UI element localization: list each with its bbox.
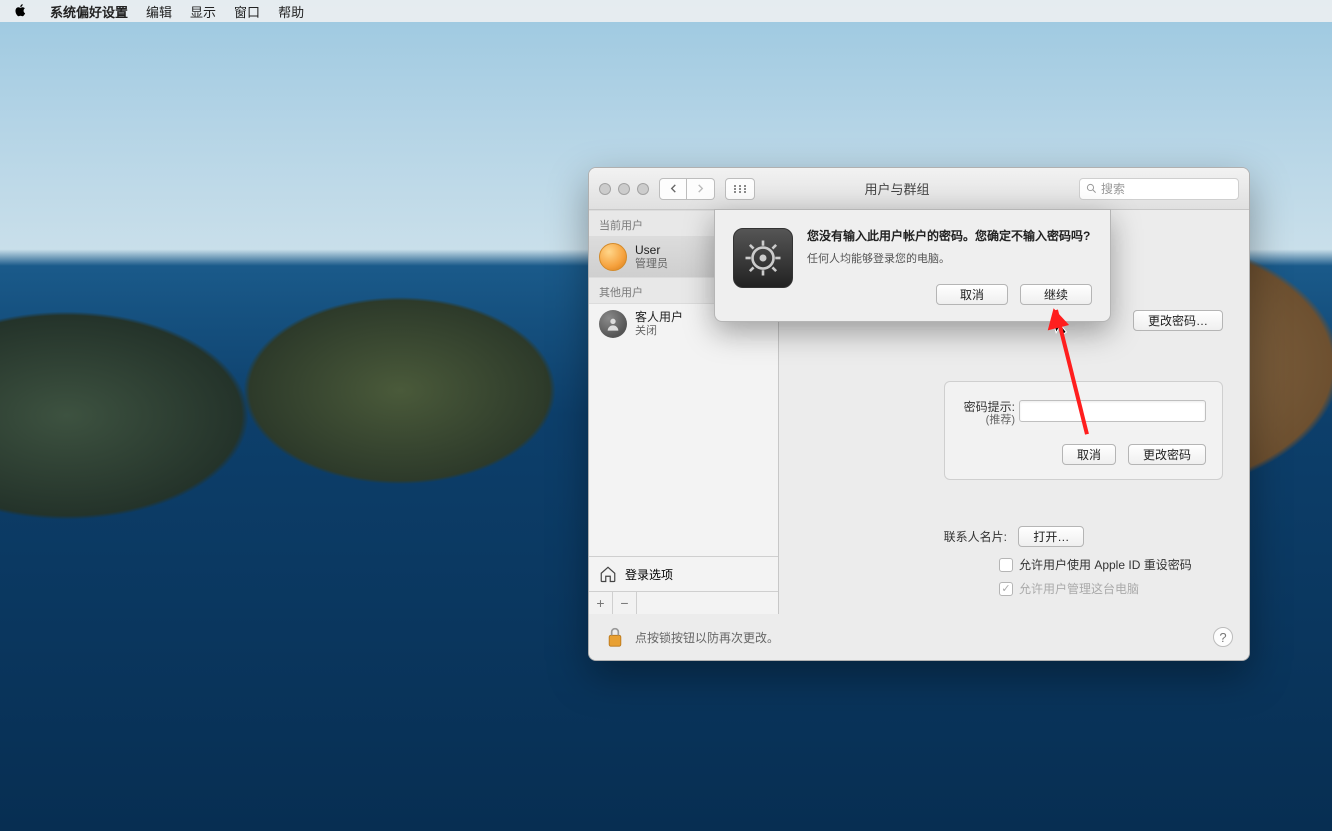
- zoom-button[interactable]: [637, 183, 649, 195]
- lock-icon[interactable]: [605, 624, 625, 650]
- search-icon: [1086, 183, 1097, 194]
- search-field[interactable]: 搜索: [1079, 178, 1239, 200]
- window-footer: 点按锁按钮以防再次更改。 ?: [589, 614, 1249, 660]
- checkbox-icon: [999, 558, 1013, 572]
- allow-admin-row: ✓ 允许用户管理这台电脑: [999, 580, 1139, 597]
- help-button[interactable]: ?: [1213, 627, 1233, 647]
- password-hint-panel: 密码提示: (推荐) 取消 更改密码: [944, 381, 1223, 480]
- hint-change-button[interactable]: 更改密码: [1128, 444, 1206, 465]
- login-options-label: 登录选项: [625, 566, 673, 583]
- sheet-heading: 您没有输入此用户帐户的密码。您确定不输入密码吗?: [807, 228, 1092, 244]
- contact-card-row: 联系人名片: 打开…: [779, 526, 1249, 547]
- apple-menu-icon[interactable]: [14, 3, 28, 20]
- sheet-cancel-button[interactable]: 取消: [936, 284, 1008, 305]
- user-role: 管理员: [635, 258, 668, 271]
- change-password-button[interactable]: 更改密码…: [1133, 310, 1223, 331]
- window-titlebar: 用户与群组 搜索: [589, 168, 1249, 210]
- guest-role: 关闭: [635, 325, 683, 338]
- allow-admin-label: 允许用户管理这台电脑: [1019, 580, 1139, 597]
- guest-avatar-icon: [599, 310, 627, 338]
- menu-bar: 系统偏好设置 编辑 显示 窗口 帮助: [0, 0, 1332, 22]
- checkbox-icon: ✓: [999, 582, 1013, 596]
- close-button[interactable]: [599, 183, 611, 195]
- menu-edit[interactable]: 编辑: [146, 2, 172, 21]
- back-button[interactable]: [659, 178, 687, 200]
- nav-buttons: [659, 178, 715, 200]
- forward-button[interactable]: [687, 178, 715, 200]
- guest-name: 客人用户: [635, 311, 683, 325]
- confirm-sheet: 您没有输入此用户帐户的密码。您确定不输入密码吗? 任何人均能够登录您的电脑。 取…: [714, 209, 1111, 322]
- menu-app-name[interactable]: 系统偏好设置: [50, 2, 128, 21]
- appleid-reset-row[interactable]: 允许用户使用 Apple ID 重设密码: [999, 556, 1192, 573]
- appleid-reset-label: 允许用户使用 Apple ID 重设密码: [1019, 556, 1192, 573]
- add-remove-bar: + −: [589, 591, 778, 614]
- sheet-message: 任何人均能够登录您的电脑。: [807, 250, 1092, 266]
- show-all-button[interactable]: [725, 178, 755, 200]
- window-title: 用户与群组: [765, 179, 1069, 198]
- menu-window[interactable]: 窗口: [234, 2, 260, 21]
- traffic-lights: [599, 183, 649, 195]
- user-avatar-icon: [599, 243, 627, 271]
- remove-user-button[interactable]: −: [613, 592, 637, 614]
- add-user-button[interactable]: +: [589, 592, 613, 614]
- search-placeholder: 搜索: [1101, 180, 1125, 197]
- preferences-icon: [733, 228, 793, 288]
- user-name: User: [635, 244, 668, 258]
- menu-help[interactable]: 帮助: [278, 2, 304, 21]
- hint-cancel-button[interactable]: 取消: [1062, 444, 1116, 465]
- sheet-continue-button[interactable]: 继续: [1020, 284, 1092, 305]
- house-icon: [599, 565, 617, 583]
- minimize-button[interactable]: [618, 183, 630, 195]
- menu-view[interactable]: 显示: [190, 2, 216, 21]
- contact-label: 联系人名片:: [944, 530, 1007, 544]
- hint-label: 密码提示: (推荐): [961, 400, 1015, 428]
- password-hint-input[interactable]: [1019, 400, 1206, 422]
- open-contact-button[interactable]: 打开…: [1018, 526, 1084, 547]
- login-options-row[interactable]: 登录选项: [589, 556, 778, 591]
- lock-text: 点按锁按钮以防再次更改。: [635, 629, 779, 646]
